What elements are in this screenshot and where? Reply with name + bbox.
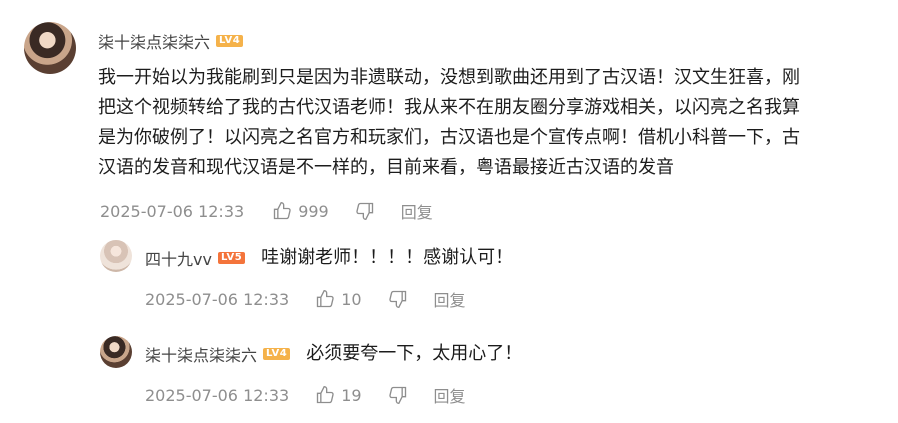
avatar[interactable] [100, 240, 132, 272]
thumbs-up-icon [274, 201, 291, 220]
thumbs-down-icon [388, 386, 406, 405]
like-count: 999 [298, 201, 329, 221]
comment-text-line: 汉语的发音和现代汉语是不一样的，目前来看，粤语最接近古汉语的发音 [98, 157, 674, 178]
reply-username[interactable]: 四十九vv [145, 246, 212, 270]
comment-time: 2025-07-06 12:33 [100, 201, 245, 221]
reply-text: 必须要夸一下，太用心了！ [306, 343, 523, 364]
like-count: 19 [341, 385, 362, 405]
dislike-button[interactable] [355, 201, 375, 221]
reply-button[interactable]: 回复 [434, 383, 466, 407]
avatar[interactable] [100, 336, 132, 368]
level-badge: LV4 [263, 348, 291, 360]
comment-text-line: 是为你破例了！以闪亮之名官方和玩家们，古汉语也是个宣传点啊！借机小科普一下，古 [98, 127, 800, 148]
like-button[interactable]: 10 [315, 289, 362, 309]
dislike-button[interactable] [388, 385, 408, 405]
level-badge: LV4 [216, 35, 244, 47]
reply-username[interactable]: 柒十柒点柒柒六 [145, 342, 257, 366]
reply-time: 2025-07-06 12:33 [145, 289, 290, 309]
thumbs-down-icon [356, 202, 373, 221]
comment-text: 我一开始以为我能刷到只是因为非遗联动，没想到歌曲还用到了古汉语！汉文生狂喜，刚 … [98, 63, 800, 183]
level-badge: LV5 [217, 252, 246, 264]
avatar[interactable] [24, 22, 76, 74]
comment-username[interactable]: 柒十柒点柒柒六 [98, 29, 210, 53]
like-button[interactable]: 19 [315, 385, 362, 405]
like-button[interactable]: 999 [272, 201, 329, 221]
like-count: 10 [341, 289, 362, 309]
reply-button[interactable]: 回复 [434, 287, 466, 311]
thumbs-down-icon [388, 290, 406, 309]
dislike-button[interactable] [388, 289, 408, 309]
thumbs-up-icon [317, 289, 334, 308]
reply-text: 哇谢谢老师！！！！感谢认可！ [261, 247, 514, 268]
comment-text-line: 我一开始以为我能刷到只是因为非遗联动，没想到歌曲还用到了古汉语！汉文生狂喜，刚 [98, 67, 800, 88]
reply-time: 2025-07-06 12:33 [145, 385, 290, 405]
comment-text-line: 把这个视频转给了我的古代汉语老师！我从来不在朋友圈分享游戏相关，以闪亮之名我算 [98, 97, 800, 118]
thumbs-up-icon [317, 385, 334, 404]
reply-button[interactable]: 回复 [401, 199, 433, 223]
